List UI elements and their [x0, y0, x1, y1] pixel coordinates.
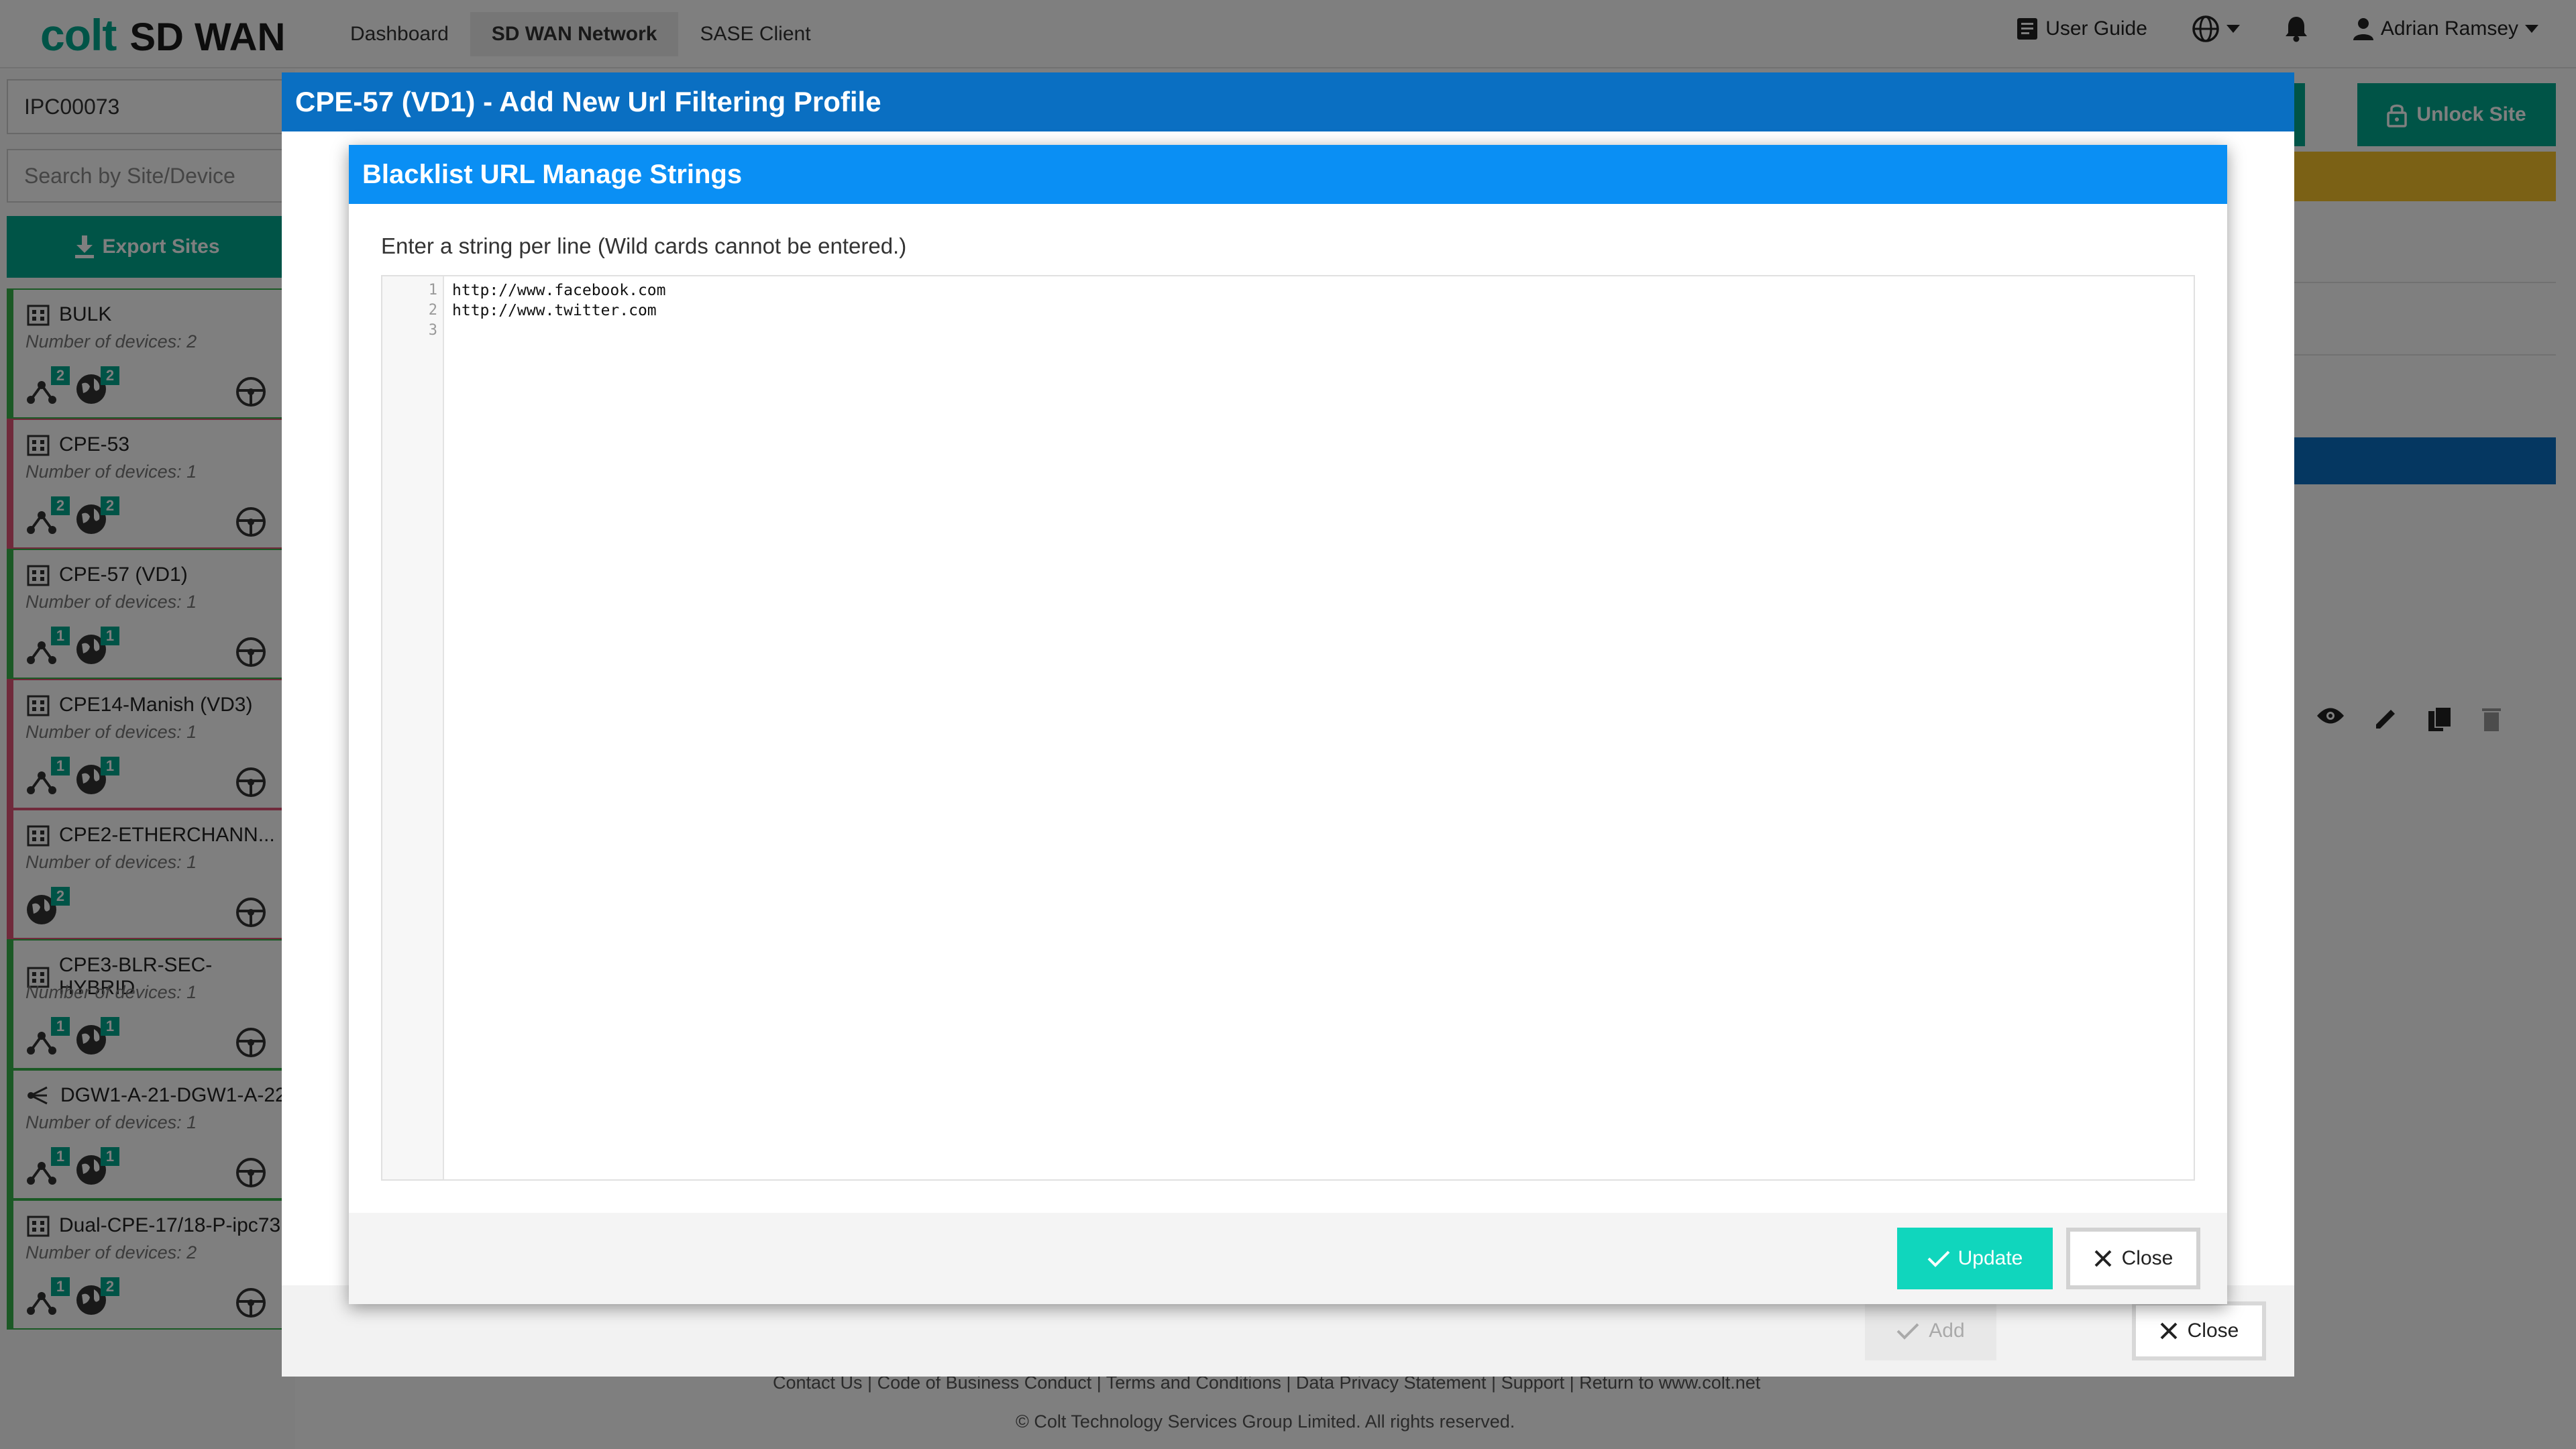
check-icon	[1927, 1250, 1950, 1267]
update-button-label: Update	[1957, 1247, 2023, 1269]
url-strings-editor[interactable]: 1 2 3 http://www.facebook.com http://www…	[381, 275, 2195, 1181]
line-number: 1	[428, 282, 437, 299]
instruction-text: Enter a string per line (Wild cards cann…	[381, 233, 907, 258]
editor-line[interactable]: http://www.facebook.com	[452, 282, 666, 299]
outer-close-button[interactable]: Close	[2132, 1301, 2266, 1360]
inner-close-label: Close	[2121, 1247, 2174, 1269]
add-button-label: Add	[1929, 1320, 1965, 1342]
inner-modal-footer: Update Close	[349, 1213, 2227, 1304]
inner-close-button[interactable]: Close	[2066, 1228, 2200, 1289]
add-button[interactable]: Add	[1865, 1301, 1996, 1360]
check-icon	[1896, 1323, 1919, 1340]
line-number-gutter: 1 2 3	[382, 276, 444, 1179]
blacklist-url-modal: Blacklist URL Manage Strings Enter a str…	[349, 145, 2227, 1304]
line-number: 2	[428, 302, 437, 319]
outer-close-label: Close	[2187, 1320, 2239, 1342]
editor-line[interactable]: http://www.twitter.com	[452, 302, 657, 319]
close-icon	[2160, 1322, 2178, 1340]
update-button[interactable]: Update	[1897, 1228, 2053, 1289]
outer-modal-title: CPE-57 (VD1) - Add New Url Filtering Pro…	[282, 72, 2294, 131]
inner-modal-title: Blacklist URL Manage Strings	[349, 145, 2227, 204]
close-icon	[2094, 1250, 2112, 1267]
line-number: 3	[428, 322, 437, 339]
